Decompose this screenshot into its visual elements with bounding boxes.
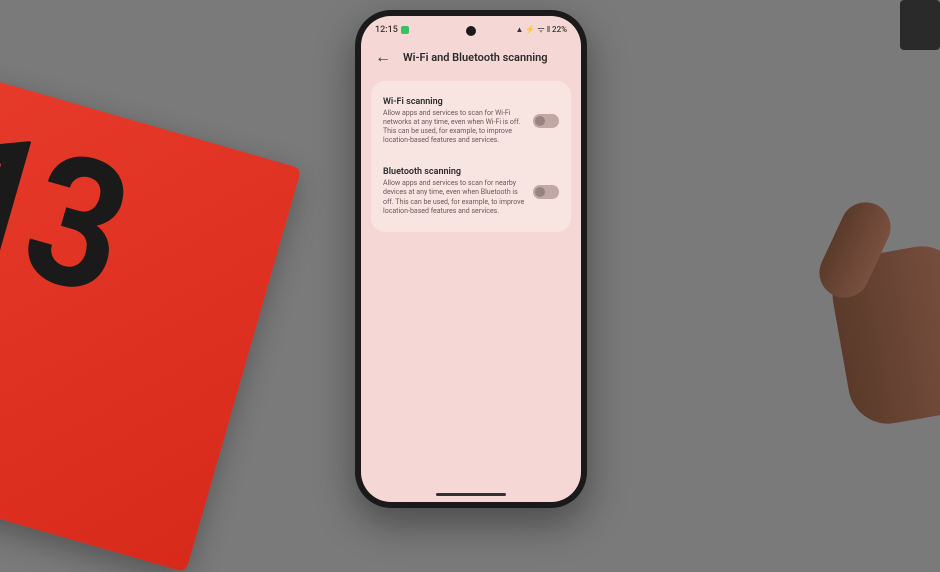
wifi-scanning-title: Wi-Fi scanning xyxy=(383,97,525,107)
home-indicator[interactable] xyxy=(436,493,506,496)
status-time: 12:15 xyxy=(375,25,398,35)
wifi-scanning-desc: Allow apps and services to scan for Wi-F… xyxy=(383,109,525,145)
product-box: 13 xyxy=(0,78,301,572)
back-arrow-icon[interactable]: ← xyxy=(375,47,391,67)
bluetooth-scanning-title: Bluetooth scanning xyxy=(383,167,525,177)
page-title: Wi-Fi and Bluetooth scanning xyxy=(403,51,548,64)
bluetooth-scanning-desc: Allow apps and services to scan for near… xyxy=(383,179,525,215)
corner-object xyxy=(900,0,940,50)
phone-frame: 12:15 ▲ ⚡ ᯤ ⫴ 22% ← Wi-Fi and Bluetooth … xyxy=(355,10,587,508)
wifi-scanning-toggle[interactable] xyxy=(533,114,559,128)
privacy-indicator-icon xyxy=(401,26,409,34)
box-number: 13 xyxy=(0,87,142,336)
status-icons: ▲ ⚡ ᯤ ⫴ xyxy=(516,24,551,35)
bluetooth-scanning-row[interactable]: Bluetooth scanning Allow apps and servic… xyxy=(383,163,559,219)
battery-percent: 22% xyxy=(552,25,567,34)
phone-screen: 12:15 ▲ ⚡ ᯤ ⫴ 22% ← Wi-Fi and Bluetooth … xyxy=(361,16,581,502)
front-camera xyxy=(466,26,476,36)
bluetooth-scanning-toggle[interactable] xyxy=(533,185,559,199)
settings-card: Wi-Fi scanning Allow apps and services t… xyxy=(371,81,571,232)
page-header: ← Wi-Fi and Bluetooth scanning xyxy=(361,39,581,81)
wifi-scanning-row[interactable]: Wi-Fi scanning Allow apps and services t… xyxy=(383,93,559,149)
